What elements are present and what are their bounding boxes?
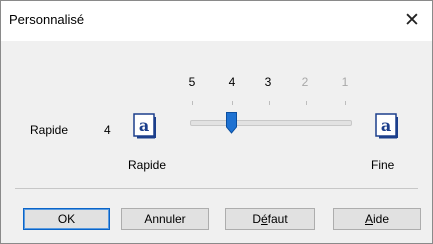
slider-label: Rapide [30, 123, 69, 137]
scale-label-2: 2 [301, 75, 309, 89]
tick-mark [192, 101, 193, 105]
help-button[interactable]: Aide [333, 208, 421, 230]
help-button-accelerator: A [364, 212, 373, 226]
tick-mark [345, 101, 346, 105]
quality-slider-thumb[interactable] [226, 112, 237, 134]
help-button-label-end: ide [373, 212, 390, 226]
cancel-button[interactable]: Annuler [121, 208, 209, 230]
fine-quality-icon: a [375, 113, 401, 141]
slider-value: 4 [104, 123, 111, 137]
ok-button[interactable]: OK [23, 208, 110, 230]
tick-mark [269, 101, 270, 105]
tick-mark [232, 101, 233, 105]
close-icon[interactable]: ✕ [398, 7, 426, 35]
default-button-label-end: faut [267, 212, 288, 226]
fast-icon-glyph: a [139, 116, 149, 135]
fast-quality-icon: a [133, 113, 159, 141]
default-button-label-start: D [252, 212, 261, 226]
title-bar: Personnalisé ✕ [1, 1, 432, 41]
ok-button-label: OK [57, 212, 76, 226]
tick-mark [306, 101, 307, 105]
scale-label-4: 4 [228, 75, 236, 89]
fast-caption: Rapide [128, 158, 167, 172]
scale-label-1: 1 [341, 75, 349, 89]
fine-icon-glyph: a [381, 116, 391, 135]
default-button-accelerator: é [260, 212, 268, 226]
quality-slider-track[interactable] [190, 120, 352, 126]
scale-label-3: 3 [264, 75, 272, 89]
dialog-title: Personnalisé [9, 12, 85, 27]
custom-dialog: Personnalisé ✕ Rapide 4 a a 5 4 3 2 1 Ra… [0, 0, 433, 244]
cancel-button-label: Annuler [144, 212, 186, 226]
fine-caption: Fine [371, 158, 395, 172]
scale-label-5: 5 [188, 75, 196, 89]
default-button[interactable]: Défaut [225, 208, 315, 230]
divider [15, 188, 418, 189]
